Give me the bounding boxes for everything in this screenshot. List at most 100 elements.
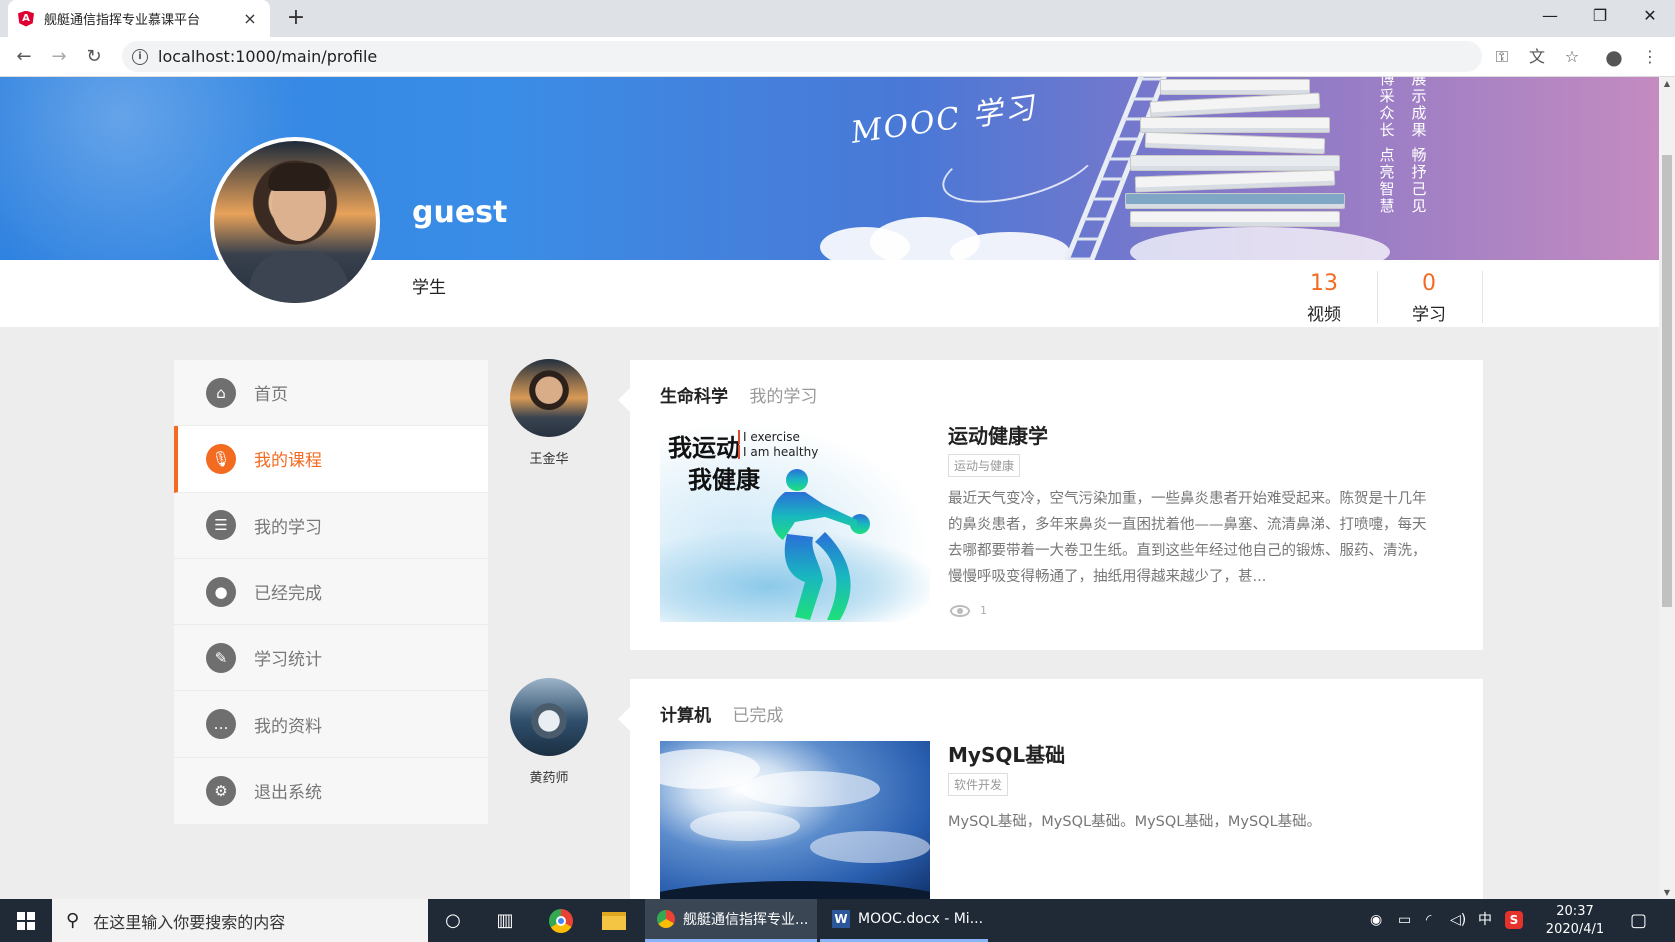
address-bar: ← → ↻ i localhost:1000/main/profile ⚿ 文 … <box>0 37 1675 77</box>
scrollbar-thumb[interactable] <box>1662 155 1672 607</box>
course-title[interactable]: MySQL基础 <box>948 739 1065 768</box>
pen-icon: ✎ <box>206 642 236 673</box>
author-avatar[interactable] <box>510 678 588 756</box>
taskbar-search-input[interactable]: ⚲ 在这里输入你要搜索的内容 <box>52 899 428 942</box>
chrome-taskbar-icon[interactable] <box>536 899 586 942</box>
sogou-icon[interactable]: S <box>1505 899 1523 942</box>
course-tag[interactable]: 运动与健康 <box>948 454 1021 477</box>
clock-date: 2020/4/1 <box>1545 922 1605 937</box>
bookmark-star-icon[interactable]: ☆ <box>1560 45 1584 69</box>
eye-icon <box>950 604 970 617</box>
close-window-button[interactable]: ✕ <box>1625 0 1675 34</box>
sidebar-item-label: 已经完成 <box>254 584 322 605</box>
view-count-value: 1 <box>980 604 987 617</box>
stat-label: 学习 <box>1412 305 1446 325</box>
book-stack-illustration <box>1110 77 1355 247</box>
taskbar-app-label: MOOC.docx - Mi... <box>858 911 984 927</box>
translate-icon[interactable]: 文 <box>1525 45 1549 69</box>
taskbar-app-chrome[interactable]: 舰艇通信指挥专业... <box>645 899 817 942</box>
volume-icon[interactable]: ◁) <box>1450 899 1466 942</box>
account-icon[interactable]: ● <box>1602 45 1626 69</box>
sidebar-item-completed[interactable]: ● 已经完成 <box>174 559 488 626</box>
list-icon: ☰ <box>206 510 236 541</box>
card-header: 生命科学 我的学习 <box>660 382 817 407</box>
sidebar-item-label: 退出系统 <box>254 783 322 804</box>
cortana-icon[interactable]: ○ <box>428 899 478 942</box>
sidebar-item-my-profile[interactable]: … 我的资料 <box>174 691 488 758</box>
stat-study[interactable]: 0 学习 <box>1377 271 1481 325</box>
sidebar-menu: ⌂ 首页 🎙 我的课程 ☰ 我的学习 ● 已经完成 ✎ 学习统计 … 我的资料 … <box>174 360 488 824</box>
course-thumbnail[interactable]: 我运动 我健康 I exercise I am healthy <box>660 422 930 622</box>
sidebar-item-my-study[interactable]: ☰ 我的学习 <box>174 493 488 559</box>
user-icon: ● <box>206 576 236 607</box>
sidebar-item-label: 我的课程 <box>254 451 322 472</box>
microphone-icon: 🎙 <box>206 443 236 474</box>
forward-icon[interactable]: → <box>45 43 73 71</box>
course-thumbnail[interactable] <box>660 741 930 899</box>
course-description: MySQL基础，MySQL基础。MySQL基础，MySQL基础。 <box>948 814 1322 830</box>
minimize-button[interactable]: — <box>1525 0 1575 34</box>
tab-title: 舰艇通信指挥专业慕课平台 <box>44 13 201 28</box>
clock[interactable]: 20:37 2020/4/1 <box>1530 903 1620 939</box>
profile-avatar[interactable] <box>210 137 380 307</box>
site-info-icon[interactable]: i <box>132 48 148 65</box>
course-status: 已完成 <box>732 706 784 726</box>
taskbar-app-label: 舰艇通信指挥专业... <box>683 912 809 928</box>
windows-taskbar: ⚲ 在这里输入你要搜索的内容 ○ ▥ 舰艇通信指挥专业... W MOOC.do… <box>0 899 1675 942</box>
browser-tab[interactable]: A 舰艇通信指挥专业慕课平台 × <box>8 0 270 37</box>
ime-indicator[interactable]: 中 <box>1478 899 1492 942</box>
restore-button[interactable]: ❐ <box>1575 0 1625 34</box>
task-view-icon[interactable]: ▥ <box>480 899 530 942</box>
card-header: 计算机 已完成 <box>660 701 783 726</box>
stat-value: 13 <box>1310 271 1338 296</box>
sidebar-item-my-courses[interactable]: 🎙 我的课程 <box>174 426 488 493</box>
wifi-icon[interactable]: ◜ <box>1426 899 1431 942</box>
course-card: 计算机 已完成 MySQL基础 软件开发 MySQL基础，MySQL基础。MyS… <box>618 679 1483 899</box>
author-name[interactable]: 王金华 <box>499 448 599 467</box>
word-icon: W <box>832 910 850 928</box>
url-input[interactable]: i localhost:1000/main/profile <box>122 41 1482 72</box>
tab-close-icon[interactable]: × <box>240 9 260 28</box>
angular-favicon-icon: A <box>18 10 34 27</box>
stat-videos[interactable]: 13 视频 <box>1272 271 1376 325</box>
sidebar-item-logout[interactable]: ⚙ 退出系统 <box>174 758 488 824</box>
banner-slogan: 畅抒己见 <box>1411 146 1427 215</box>
key-icon[interactable]: ⚿ <box>1490 45 1514 69</box>
search-placeholder: 在这里输入你要搜索的内容 <box>93 912 286 932</box>
sidebar-item-home[interactable]: ⌂ 首页 <box>174 360 488 427</box>
banner-slogan: 博采众长 <box>1379 77 1395 139</box>
thumb-cn-line1: 我运动 <box>668 433 740 462</box>
page-scrollbar[interactable]: ▲ ▼ <box>1659 77 1675 899</box>
course-tag[interactable]: 软件开发 <box>948 773 1009 796</box>
athlete-silhouette <box>771 469 870 620</box>
stat-value: 0 <box>1422 271 1436 296</box>
profile-username: guest <box>412 195 508 230</box>
sidebar-item-label: 首页 <box>254 385 288 406</box>
thumb-en-line1: I exercise <box>738 430 800 444</box>
chrome-icon <box>657 910 675 928</box>
course-title[interactable]: 运动健康学 <box>948 420 1048 449</box>
author-avatar[interactable] <box>510 359 588 437</box>
course-category[interactable]: 计算机 <box>660 706 711 726</box>
profile-role: 学生 <box>412 278 446 298</box>
windows-start-icon[interactable] <box>0 899 52 942</box>
reload-icon[interactable]: ↻ <box>80 43 108 71</box>
banner-slogan: 点亮智慧 <box>1379 146 1395 215</box>
tray-globe-icon[interactable]: ◉ <box>1370 899 1382 942</box>
taskbar-app-word[interactable]: W MOOC.docx - Mi... <box>820 899 988 942</box>
browser-tab-bar: A 舰艇通信指挥专业慕课平台 × + — ❐ ✕ <box>0 0 1675 37</box>
search-icon: ⚲ <box>66 910 80 931</box>
back-icon[interactable]: ← <box>10 43 38 71</box>
notification-icon[interactable]: ▢ <box>1630 899 1647 942</box>
file-explorer-icon[interactable] <box>589 899 639 942</box>
sidebar-item-statistics[interactable]: ✎ 学习统计 <box>174 625 488 692</box>
author-name[interactable]: 黄药师 <box>499 767 599 786</box>
sidebar-item-label: 我的学习 <box>254 517 322 538</box>
new-tab-button[interactable]: + <box>282 4 310 32</box>
thumb-cn-line2: 我健康 <box>688 465 760 494</box>
battery-icon[interactable]: ▭ <box>1398 899 1411 942</box>
stat-label: 视频 <box>1307 305 1341 325</box>
menu-icon[interactable]: ⋮ <box>1638 45 1662 69</box>
page-viewport: MOOC 学习 博采众长 点亮智慧 展示成果 畅抒己见 guest 学生 13 … <box>0 77 1659 899</box>
course-category[interactable]: 生命科学 <box>660 387 728 407</box>
